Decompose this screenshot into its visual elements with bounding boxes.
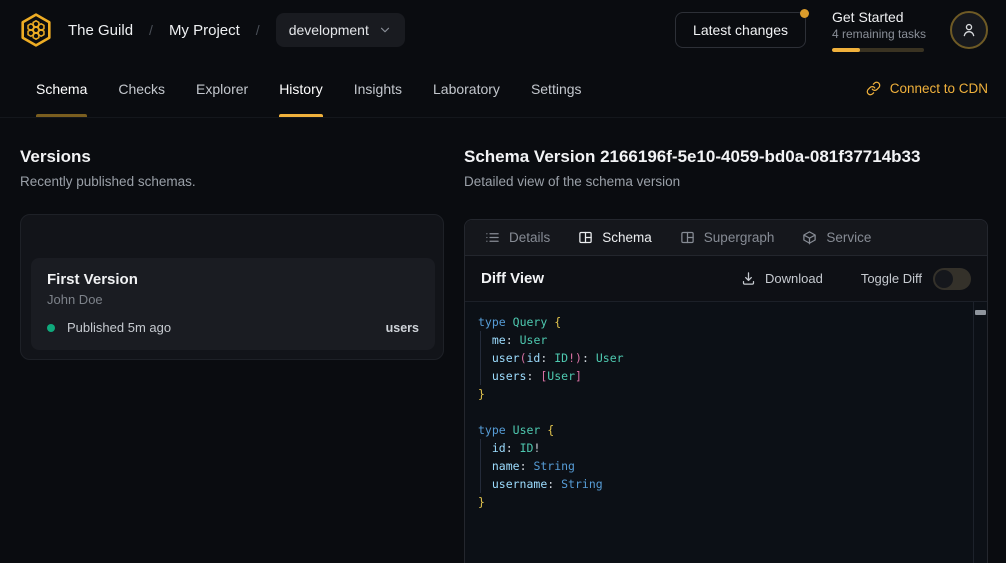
nav-tab-explorer[interactable]: Explorer <box>196 60 248 117</box>
schema-version-subtitle: Detailed view of the schema version <box>464 174 988 189</box>
service-badge: users <box>386 321 419 335</box>
list-icon <box>485 230 500 245</box>
code-scrollbar-thumb[interactable] <box>975 310 986 315</box>
versions-card: First Version John Doe Published 5m ago … <box>20 214 444 360</box>
tab-schema[interactable]: Schema <box>578 230 652 245</box>
tab-service-label: Service <box>826 230 871 245</box>
connect-cdn-link[interactable]: Connect to CDN <box>866 60 988 117</box>
version-list-item[interactable]: First Version John Doe Published 5m ago … <box>31 258 435 350</box>
download-label: Download <box>765 271 823 286</box>
target-select[interactable]: development <box>276 13 405 47</box>
get-started-widget[interactable]: Get Started 4 remaining tasks <box>832 9 924 52</box>
link-icon <box>866 81 881 96</box>
tab-details[interactable]: Details <box>485 230 550 245</box>
tab-details-label: Details <box>509 230 550 245</box>
connect-cdn-label: Connect to CDN <box>890 81 988 96</box>
schema-version-title: Schema Version 2166196f-5e10-4059-bd0a-0… <box>464 147 988 167</box>
tab-schema-label: Schema <box>602 230 652 245</box>
version-author: John Doe <box>47 292 419 307</box>
breadcrumb-project[interactable]: My Project <box>169 22 240 39</box>
code-area[interactable]: type Query { me: User user(id: ID!): Use… <box>465 302 987 563</box>
user-avatar[interactable] <box>950 11 988 49</box>
nav-tab-settings[interactable]: Settings <box>531 60 582 117</box>
chevron-down-icon <box>378 23 392 37</box>
main-nav: Schema Checks Explorer History Insights … <box>0 60 1006 118</box>
code-block: type Query { me: User user(id: ID!): Use… <box>465 302 987 521</box>
hive-logo-icon[interactable] <box>18 12 54 48</box>
breadcrumb: The Guild / My Project / development <box>68 13 405 47</box>
versions-subtitle: Recently published schemas. <box>20 174 444 189</box>
diff-view-title: Diff View <box>481 270 544 287</box>
main-content: Versions Recently published schemas. Fir… <box>0 118 1006 563</box>
diff-toolbar: Diff View Download Toggle Diff <box>465 256 987 302</box>
get-started-title: Get Started <box>832 9 924 25</box>
tab-service[interactable]: Service <box>802 230 871 245</box>
tab-supergraph-label: Supergraph <box>704 230 775 245</box>
nav-tab-schema[interactable]: Schema <box>36 60 87 117</box>
schema-version-panel: Details Schema Sup <box>464 219 988 563</box>
version-meta: Published 5m ago users <box>47 320 419 335</box>
published-status-dot <box>47 324 55 332</box>
download-icon <box>741 271 756 286</box>
download-button[interactable]: Download <box>741 271 823 286</box>
panel-tabs: Details Schema Sup <box>465 220 987 256</box>
latest-changes-label: Latest changes <box>693 22 788 38</box>
notification-dot <box>800 9 809 18</box>
versions-section: Versions Recently published schemas. Fir… <box>0 118 464 563</box>
code-scrollbar <box>973 302 987 563</box>
cube-icon <box>802 230 817 245</box>
progress-bar <box>832 48 924 52</box>
breadcrumb-separator: / <box>256 22 260 38</box>
schema-version-section: Schema Version 2166196f-5e10-4059-bd0a-0… <box>464 118 988 563</box>
nav-tab-insights[interactable]: Insights <box>354 60 402 117</box>
columns-icon <box>578 230 593 245</box>
progress-fill <box>832 48 860 52</box>
tab-supergraph[interactable]: Supergraph <box>680 230 775 245</box>
breadcrumb-separator: / <box>149 22 153 38</box>
columns-icon <box>680 230 695 245</box>
version-status: Published 5m ago <box>67 320 171 335</box>
breadcrumb-org[interactable]: The Guild <box>68 22 133 39</box>
header: The Guild / My Project / development Lat… <box>0 0 1006 60</box>
versions-title: Versions <box>20 147 444 167</box>
nav-tab-history[interactable]: History <box>279 60 323 117</box>
version-name: First Version <box>47 271 419 288</box>
toggle-diff-label: Toggle Diff <box>861 271 922 286</box>
nav-tab-checks[interactable]: Checks <box>118 60 165 117</box>
person-icon <box>960 21 978 39</box>
latest-changes-button[interactable]: Latest changes <box>675 12 806 48</box>
get-started-subtitle: 4 remaining tasks <box>832 27 924 41</box>
switch-knob <box>935 270 953 288</box>
nav-tab-laboratory[interactable]: Laboratory <box>433 60 500 117</box>
target-select-value: development <box>289 22 369 38</box>
toggle-diff-switch[interactable] <box>933 268 971 290</box>
